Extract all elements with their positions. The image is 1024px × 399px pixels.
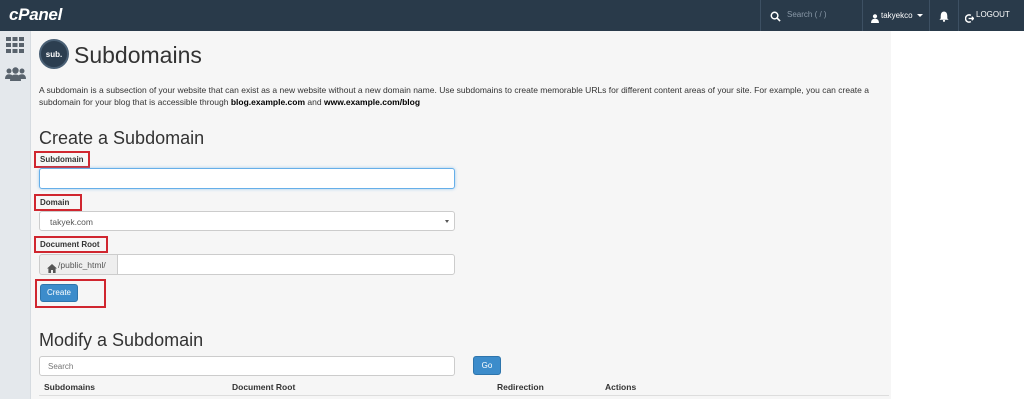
page-title: Subdomains [74,42,202,68]
document-root-label: Document Root [40,240,100,249]
column-header-subdomains[interactable]: Subdomains [44,382,95,392]
create-button[interactable]: Create [40,284,78,302]
notifications-button[interactable] [929,0,959,31]
description-and: and [307,97,322,107]
chevron-down-icon [917,14,923,17]
user-menu[interactable]: takyekco [862,0,929,31]
search-icon [770,9,781,27]
modify-search-input[interactable] [39,356,455,376]
sidebar-item-tools[interactable] [6,37,24,58]
subdomains-badge-icon: sub. [39,39,69,69]
go-button[interactable]: Go [473,356,501,375]
subdomain-label: Subdomain [40,155,84,164]
column-header-actions: Actions [605,382,637,392]
column-header-redirection[interactable]: Redirection [497,382,544,392]
main-content: sub. Subdomains A subdomain is a subsect… [31,31,891,399]
logout-label: LOGOUT [976,10,1010,19]
cpanel-logo[interactable]: cPanel [9,5,62,25]
home-icon [47,260,57,278]
badge-label: sub. [45,50,63,59]
table-header-divider [39,395,889,396]
domain-label: Domain [40,198,70,207]
domain-selected-value: takyek.com [50,217,93,227]
modify-heading: Modify a Subdomain [39,330,204,350]
logout-icon [964,10,975,28]
domain-select[interactable]: takyek.com [39,211,455,231]
chevron-down-icon [445,220,449,223]
sidebar [0,31,31,399]
document-root-prefix: /public_html/ [39,254,118,275]
description-text: A subdomain is a subsection of your webs… [39,85,869,107]
username: takyekco [881,11,913,20]
column-header-document-root[interactable]: Document Root [232,382,295,392]
top-search-placeholder: Search ( / ) [787,10,827,19]
bell-icon [939,9,949,27]
example-blog-subdomain: blog.example.com [230,97,306,107]
top-bar: cPanel Search ( / ) takyekco LOGOUT [0,0,1024,31]
document-root-input[interactable] [117,254,455,275]
user-icon [871,10,879,28]
users-icon [5,67,26,85]
example-blog-path: www.example.com/blog [323,97,421,107]
create-heading: Create a Subdomain [39,128,205,148]
sidebar-item-users[interactable] [5,67,26,86]
grid-icon [6,37,24,57]
page-description: A subdomain is a subsection of your webs… [39,84,879,108]
document-root-prefix-text: /public_html/ [58,260,106,270]
top-search[interactable]: Search ( / ) [760,0,861,31]
subdomain-input[interactable] [39,168,455,189]
